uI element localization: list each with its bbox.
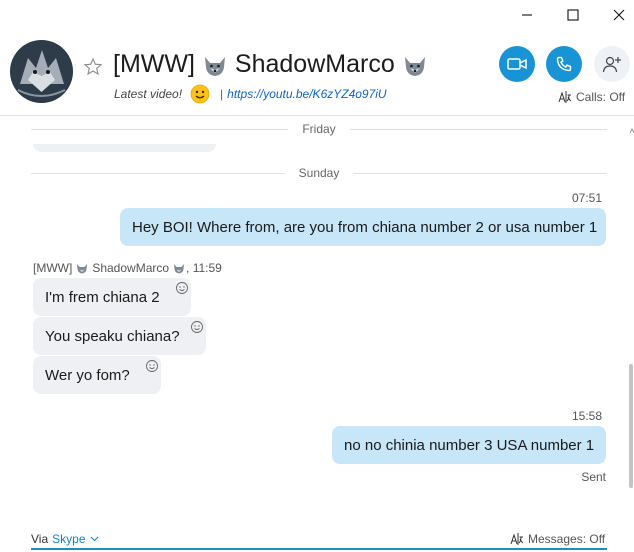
- close-button[interactable]: [596, 0, 634, 30]
- message-text: Hey BOI! Where from, are you from chiana…: [132, 218, 598, 236]
- add-reaction-icon[interactable]: [145, 359, 159, 373]
- translate-icon: [558, 91, 572, 103]
- add-person-icon: [602, 56, 621, 73]
- wolf-emoji-icon: [204, 56, 225, 76]
- message-text: I'm frem chiana 2: [45, 288, 160, 306]
- calls-translation-status[interactable]: Calls: Off: [558, 90, 625, 104]
- sender-prefix: [MWW]: [33, 261, 73, 275]
- avatar[interactable]: [10, 40, 73, 103]
- message-timestamp: 07:51: [571, 191, 602, 205]
- outgoing-message[interactable]: no no chinia number 3 USA number 1: [332, 426, 606, 464]
- minimize-icon: [522, 14, 532, 16]
- chevron-down-icon: [90, 536, 98, 542]
- audio-call-button[interactable]: [546, 46, 582, 82]
- day-separator: Friday: [31, 122, 607, 136]
- incoming-message[interactable]: You speaku chiana?: [33, 317, 206, 355]
- message-status: Sent: [581, 470, 606, 484]
- day-separator-label: Friday: [302, 122, 336, 136]
- message-text: no no chinia number 3 USA number 1: [344, 436, 595, 454]
- contact-title: [MWW] ShadowMarco: [113, 50, 429, 79]
- incoming-sender: [MWW] ShadowMarco , 11:59: [33, 261, 222, 275]
- translate-icon: [510, 533, 524, 545]
- video-call-button[interactable]: [499, 46, 535, 82]
- wolf-emoji-icon: [404, 56, 425, 76]
- day-separator-label: Sunday: [298, 166, 340, 180]
- phone-icon: [556, 56, 572, 72]
- incoming-message[interactable]: Wer yo fom?: [33, 356, 161, 394]
- maximize-button[interactable]: [550, 0, 596, 30]
- messages-status-label: Messages: Off: [528, 532, 606, 546]
- title-name: ShadowMarco: [234, 50, 395, 78]
- maximize-icon: [567, 9, 579, 21]
- video-camera-icon: [507, 58, 527, 70]
- title-prefix: [MWW]: [113, 50, 195, 78]
- chat-scrollbar[interactable]: [629, 364, 633, 488]
- header-divider: [0, 115, 634, 116]
- day-separator: Sunday: [31, 166, 608, 180]
- via-service-selector[interactable]: Via Skype: [31, 532, 99, 546]
- minimize-button[interactable]: [504, 0, 550, 30]
- mood-link[interactable]: https://youtu.be/K6zYZ4o97iU: [227, 87, 386, 101]
- message-text: Wer yo fom?: [45, 366, 130, 384]
- mood-message: Latest video! | https://youtu.be/K6zYZ4o…: [114, 84, 387, 104]
- sender-time: , 11:59: [186, 261, 222, 275]
- wolf-emoji-icon: [174, 264, 185, 274]
- favorite-star-icon[interactable]: [83, 57, 103, 77]
- close-icon: [613, 9, 625, 21]
- add-people-button[interactable]: [594, 46, 630, 82]
- message-text: You speaku chiana?: [45, 327, 180, 345]
- mood-text: Latest video!: [114, 87, 183, 101]
- mood-separator: |: [220, 87, 224, 101]
- compose-underline: [31, 548, 607, 550]
- message-timestamp: 15:58: [571, 409, 602, 423]
- incoming-message[interactable]: I'm frem chiana 2: [33, 278, 191, 316]
- wolf-emoji-icon: [77, 264, 88, 274]
- calls-status-label: Calls: Off: [576, 90, 626, 104]
- smiley-emoji-icon: [190, 84, 210, 104]
- add-reaction-icon[interactable]: [175, 281, 189, 295]
- via-label: Via: [31, 532, 49, 546]
- scroll-up-arrow-icon[interactable]: [629, 122, 634, 134]
- messages-translation-status[interactable]: Messages: Off: [510, 532, 605, 546]
- sender-name: ShadowMarco: [92, 261, 170, 275]
- outgoing-message[interactable]: Hey BOI! Where from, are you from chiana…: [120, 208, 606, 246]
- wolf-avatar-image: [10, 40, 73, 103]
- previous-message-bubble: [33, 144, 216, 152]
- add-reaction-icon[interactable]: [190, 320, 204, 334]
- via-service: Skype: [52, 532, 86, 546]
